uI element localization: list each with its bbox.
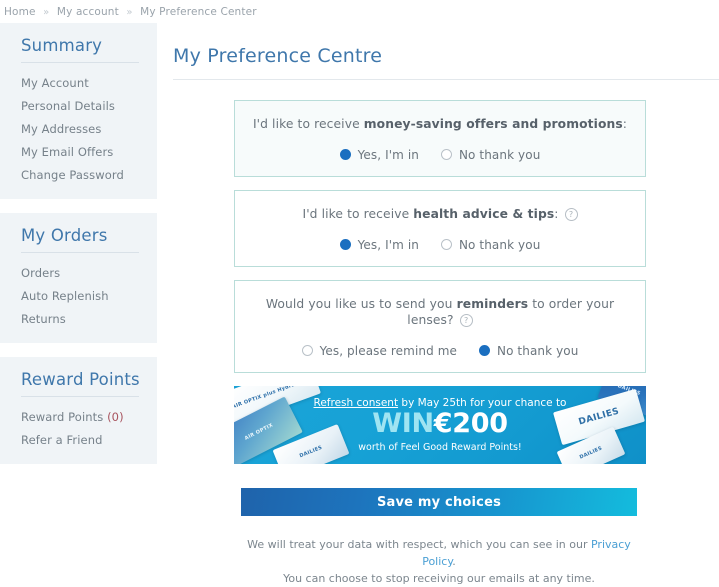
question-suffix: : (554, 206, 559, 221)
footnote-line2: You can choose to stop receiving our ema… (283, 572, 595, 586)
radio-group-health-advice: Yes, I'm in No thank you (245, 238, 635, 252)
question-prefix: I'd like to receive (252, 117, 364, 131)
page-title: My Preference Centre (173, 45, 383, 67)
breadcrumb: Home » My account » My Preference Center (0, 0, 719, 23)
radio-group-reminders: Yes, please remind me No thank you (245, 344, 635, 358)
sidebar: Summary My Account Personal Details My A… (0, 23, 157, 478)
sidebar-item-personal-details[interactable]: Personal Details (0, 94, 157, 117)
sidebar-item-orders[interactable]: Orders (0, 261, 157, 284)
sidebar-item-my-addresses[interactable]: My Addresses (0, 117, 157, 140)
preference-box-reminders: Would you like us to send you reminders … (234, 279, 646, 373)
footnote-line1-after: . (452, 554, 456, 568)
radio-option-label: No thank you (458, 147, 541, 162)
question-prefix: I'd like to receive (302, 206, 414, 221)
promo-prize-amount: €200 (433, 408, 508, 440)
sidebar-card-title-summary: Summary (21, 36, 103, 55)
reward-points-count: (0) (107, 409, 124, 424)
help-question-mark-icon[interactable]: ? (564, 207, 578, 221)
radio-option-offers-yes[interactable]: Yes, I'm in (339, 147, 419, 162)
promo-subline: worth of Feel Good Reward Points! (358, 441, 522, 453)
radio-option-offers-no[interactable]: No thank you (440, 147, 541, 162)
preference-question: I'd like to receive health advice & tips… (245, 207, 635, 223)
save-my-choices-button[interactable]: Save my choices (241, 487, 637, 516)
radio-dot-unselected-icon[interactable] (301, 345, 313, 357)
preference-box-offers: I'd like to receive money-saving offers … (234, 100, 646, 177)
sidebar-item-change-password[interactable]: Change Password (0, 163, 157, 186)
footnote-line1-before: We will treat your data with respect, wh… (247, 537, 591, 551)
sidebar-item-my-account[interactable]: My Account (0, 71, 157, 94)
question-emphasis: health advice & tips (413, 206, 555, 221)
radio-option-health-yes[interactable]: Yes, I'm in (339, 237, 419, 252)
radio-dot-selected-icon[interactable] (479, 345, 490, 357)
radio-option-reminders-yes[interactable]: Yes, please remind me (301, 343, 457, 358)
sidebar-card-title-reward-points: Reward Points (21, 370, 140, 389)
radio-dot-selected-icon[interactable] (339, 239, 351, 251)
sidebar-item-label: Reward Points (21, 409, 104, 424)
radio-group-offers: Yes, I'm in No thank you (245, 148, 635, 162)
preference-question: I'd like to receive money-saving offers … (245, 117, 635, 133)
privacy-footnote: We will treat your data with respect, wh… (229, 536, 649, 587)
preferences-list: I'd like to receive money-saving offers … (234, 100, 646, 373)
page-title-divider (173, 79, 719, 80)
radio-option-label: No thank you (497, 343, 579, 358)
radio-dot-selected-icon[interactable] (339, 149, 351, 161)
radio-option-label: No thank you (458, 237, 541, 252)
sidebar-item-refer-a-friend[interactable]: Refer a Friend (0, 428, 157, 451)
question-emphasis: money-saving offers and promotions (363, 117, 623, 131)
breadcrumb-item-current: My Preference Center (140, 6, 257, 18)
main-content: My Preference Centre I'd like to receive… (157, 23, 719, 587)
radio-option-health-no[interactable]: No thank you (440, 237, 541, 252)
sidebar-card-reward-points: Reward Points Reward Points (0) Refer a … (0, 357, 157, 464)
sidebar-item-my-email-offers[interactable]: My Email Offers (0, 140, 157, 163)
page-shell: Summary My Account Personal Details My A… (0, 23, 719, 587)
breadcrumb-item-my-account[interactable]: My account (57, 6, 119, 18)
sidebar-item-auto-replenish[interactable]: Auto Replenish (0, 284, 157, 307)
promo-banner[interactable]: AIR OPTIX plus HydraGlyde AIR OPTIX DAIL… (234, 385, 646, 464)
sidebar-card-title-my-orders: My Orders (21, 226, 108, 245)
radio-option-reminders-no[interactable]: No thank you (479, 344, 578, 358)
radio-option-label: Yes, I'm in (357, 147, 419, 162)
breadcrumb-separator-icon: » (43, 7, 50, 18)
help-question-mark-icon[interactable]: ? (459, 313, 473, 327)
sidebar-divider (21, 396, 139, 397)
sidebar-divider (21, 252, 139, 253)
radio-option-label: Yes, please remind me (319, 343, 457, 358)
promo-win-word: WIN (372, 408, 434, 440)
breadcrumb-item-home[interactable]: Home (4, 6, 36, 18)
question-suffix: : (622, 117, 628, 131)
question-prefix: Would you like us to send you (265, 296, 457, 311)
preference-question: Would you like us to send you reminders … (245, 297, 635, 329)
sidebar-card-my-orders: My Orders Orders Auto Replenish Returns (0, 213, 157, 343)
preference-box-health-advice: I'd like to receive health advice & tips… (234, 189, 646, 267)
question-emphasis: reminders (456, 296, 529, 311)
sidebar-item-returns[interactable]: Returns (0, 307, 157, 330)
radio-option-label: Yes, I'm in (357, 237, 419, 252)
promo-banner-text: Refresh consent by May 25th for your cha… (234, 386, 646, 464)
sidebar-card-summary: Summary My Account Personal Details My A… (0, 23, 157, 199)
breadcrumb-separator-icon: » (126, 7, 133, 18)
sidebar-item-reward-points[interactable]: Reward Points (0) (0, 405, 157, 428)
radio-dot-unselected-icon[interactable] (440, 149, 452, 161)
radio-dot-unselected-icon[interactable] (440, 239, 452, 251)
sidebar-divider (21, 62, 139, 63)
promo-headline-prize: WIN€200 (372, 408, 508, 440)
